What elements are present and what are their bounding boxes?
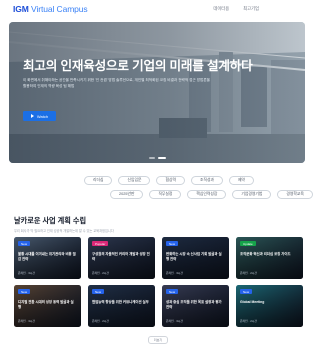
filter-row-1: 리더십 신입입문 협상력 조직성과 제약 [84,176,254,185]
course-card[interactable]: New 협업능력 향상을 위한 커뮤니케이션 실무 온라인 · 2시간 [88,285,155,327]
section-subtitle: 우리 회사가 딱 필요하고 인재 성공적 개발하는데 알 수 있는 교육과정입니… [14,229,114,233]
filter-chip[interactable]: 제약 [228,176,254,185]
card-title: 변화하는 시장 속 신사업 기회 발굴과 실행 전략 [166,252,222,261]
card-badge: New [240,289,253,294]
hero-banner: 최고의 인재육성으로 기업의 미래를 설계하다 이 화면에서 취해야하는 공간을… [9,22,305,163]
card-title: 구성원의 자율적인 커리어 개발과 성장 전략 [92,252,150,261]
filter-row-2: 2025년판 직무실정 핵심인력성장 기업경영기법 경영학교육 [110,190,313,199]
card-meta: 온라인 · 2시간 [240,271,257,275]
course-card[interactable]: New 성과 중심 조직을 위한 목표 설정과 평가 전략 온라인 · 3시간 [162,285,229,327]
card-meta: 온라인 · 3시간 [18,271,35,275]
card-badge: Update [240,241,256,246]
course-card[interactable]: New 불황 시대를 이겨내는 위기관리와 비용 절감 전략 온라인 · 3시간 [14,237,81,279]
card-meta: 온라인 · 3시간 [18,319,35,323]
course-card[interactable]: Update 조직문화 혁신과 리더십 코칭 가이드 온라인 · 2시간 [236,237,303,279]
card-badge: New [18,241,31,246]
watch-button-label: Watch [36,113,49,119]
filter-chip[interactable]: 직무실정 [149,190,182,199]
filter-chip[interactable]: 조직성과 [190,176,223,185]
hero-description: 이 화면에서 취해야하는 공간을 만족시키기 위한 '인 컨셉' 방법 솔루션으… [23,78,210,89]
course-card[interactable]: Popular 구성원의 자율적인 커리어 개발과 성장 전략 온라인 · 2시… [88,237,155,279]
filter-chip[interactable]: 리더십 [84,176,113,185]
card-badge: Popular [92,241,109,246]
card-meta: 온라인 · 2시간 [92,271,109,275]
logo-brand: IGM [13,4,29,14]
card-title: 성과 중심 조직을 위한 목표 설정과 평가 전략 [166,300,222,309]
course-card-grid: New 불황 시대를 이겨내는 위기관리와 비용 절감 전략 온라인 · 3시간… [14,237,303,327]
section-title: 날카로운 사업 계획 수립 [14,216,87,225]
card-meta: 온라인 · 3시간 [166,319,183,323]
hero-title: 최고의 인재육성으로 기업의 미래를 설계하다 [23,59,253,73]
card-badge: New [92,289,105,294]
card-meta: 온라인 · 2시간 [240,319,257,323]
filter-chip[interactable]: 기업경영기법 [232,190,272,199]
more-button[interactable]: 더보기 [148,336,168,344]
carousel-dot-active[interactable] [157,157,166,159]
card-badge: New [166,241,179,246]
card-title: 조직문화 혁신과 리더십 코칭 가이드 [240,252,291,256]
nav-item-data[interactable]: 데이터용 [213,6,229,12]
course-card[interactable]: New 디지털 전환 시대의 성장 동력 발굴과 실행 온라인 · 3시간 [14,285,81,327]
logo-suffix: Virtual Campus [31,4,88,14]
card-title: 불황 시대를 이겨내는 위기관리와 비용 절감 전략 [18,252,76,261]
card-badge: New [18,289,31,294]
card-title: 협업능력 향상을 위한 커뮤니케이션 실무 [92,300,149,304]
course-card[interactable]: New 변화하는 시장 속 신사업 기회 발굴과 실행 전략 온라인 · 3시간 [162,237,229,279]
carousel-dot[interactable] [148,157,155,159]
filter-chip[interactable]: 2025년판 [110,190,144,199]
watch-button[interactable]: Watch [23,111,56,121]
top-nav: 데이터용 최고기업 [213,6,259,12]
carousel-dots [9,157,305,159]
nav-item-top[interactable]: 최고기업 [243,6,259,12]
page: IGM Virtual Campus 데이터용 최고기업 최고의 인재육성으로 … [0,0,314,346]
logo[interactable]: IGM Virtual Campus [13,4,88,14]
play-icon [30,114,34,118]
course-card[interactable]: New Global Meeting 온라인 · 2시간 [236,285,303,327]
card-meta: 온라인 · 3시간 [166,271,183,275]
filter-chip[interactable]: 협상력 [156,176,185,185]
card-title: Global Meeting [240,300,265,304]
hero-overlay [9,22,305,163]
card-title: 디지털 전환 시대의 성장 동력 발굴과 실행 [18,300,74,309]
filter-chip[interactable]: 핵심인력성장 [187,190,227,199]
card-meta: 온라인 · 2시간 [92,319,109,323]
card-badge: New [166,289,179,294]
header: IGM Virtual Campus 데이터용 최고기업 [0,0,314,22]
filter-chip[interactable]: 신입입문 [118,176,151,185]
filter-chip[interactable]: 경영학교육 [277,190,313,199]
